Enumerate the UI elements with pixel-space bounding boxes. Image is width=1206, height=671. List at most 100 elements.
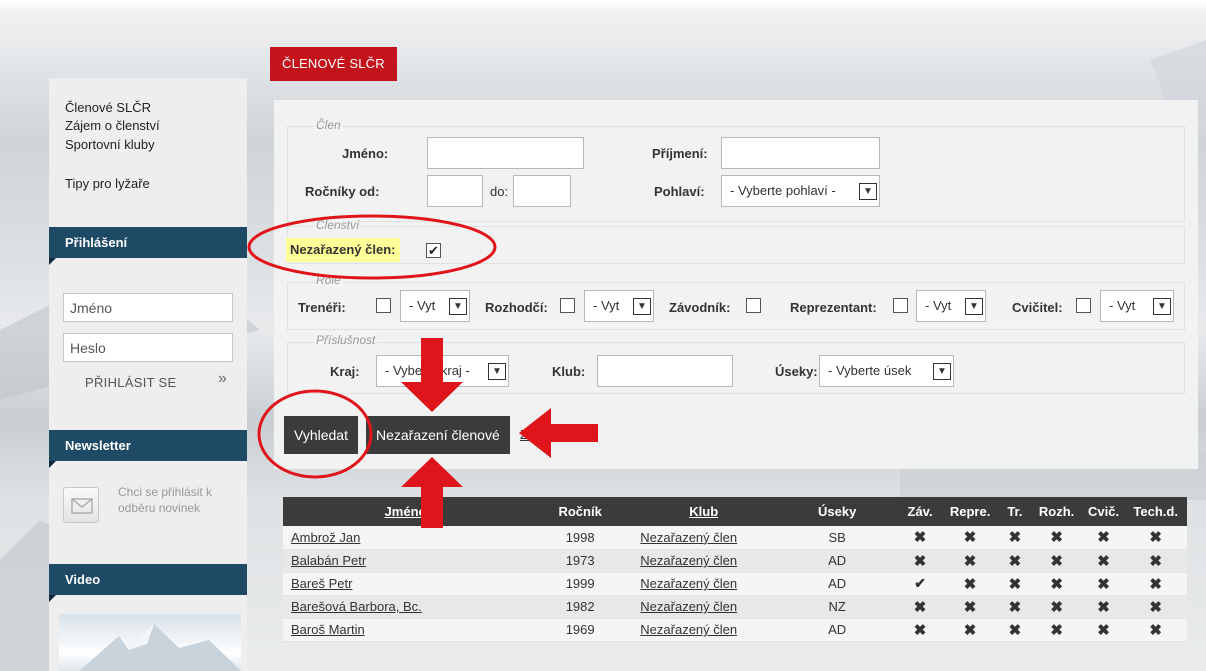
representative-select[interactable]: - Vyt ▼: [916, 290, 986, 322]
member-name-link[interactable]: Barešová Barbora, Bc.: [291, 599, 422, 614]
year-to-input[interactable]: [513, 175, 571, 207]
member-name-link[interactable]: Baroš Martin: [291, 622, 365, 637]
sidebar-item-members[interactable]: Členové SLČR: [65, 100, 151, 115]
member-club-link[interactable]: Nezařazený člen: [640, 553, 737, 568]
cross-icon: ✖: [1030, 572, 1083, 596]
cross-icon: ✖: [1124, 526, 1187, 550]
chevron-down-icon: ▼: [965, 298, 983, 315]
instructor-checkbox[interactable]: [1076, 298, 1091, 313]
coach-checkbox[interactable]: [376, 298, 391, 313]
login-button[interactable]: PŘIHLÁSIT SE »: [85, 370, 235, 392]
password-input[interactable]: [63, 333, 233, 362]
cross-icon: ✖: [899, 549, 941, 573]
cross-icon: ✖: [940, 549, 1000, 573]
sections-label: Úseky:: [775, 364, 818, 379]
username-input[interactable]: [63, 293, 233, 322]
referee-label: Rozhodčí:: [485, 300, 548, 315]
year-from-label: Ročníky od:: [305, 184, 380, 199]
member-section: NZ: [775, 595, 900, 619]
representative-checkbox[interactable]: [893, 298, 908, 313]
cross-icon: ✖: [940, 526, 1000, 550]
double-chevron-right-icon: »: [218, 370, 228, 387]
column-header-coach: Tr.: [999, 497, 1031, 526]
page-title: ČLENOVÉ SLČR: [270, 47, 397, 81]
unassigned-member-checkbox[interactable]: ✔: [426, 243, 441, 258]
column-header-racer: Záv.: [899, 497, 941, 526]
last-name-input[interactable]: [721, 137, 880, 169]
cross-icon: ✖: [999, 595, 1031, 619]
sidebar-item-tips[interactable]: Tipy pro lyžaře: [65, 176, 150, 191]
sections-select[interactable]: - Vyberte úsek ▼: [819, 355, 954, 387]
column-header-tech-delegate: Tech.d.: [1124, 497, 1187, 526]
table-row: Balabán Petr 1973 Nezařazený člen AD ✖ ✖…: [283, 549, 1187, 573]
sidebar-content: Zájem o členství Členové SLČR Sportovní …: [49, 78, 247, 671]
envelope-icon: [63, 487, 99, 523]
member-year: 1973: [528, 549, 633, 573]
cross-icon: ✖: [999, 618, 1031, 642]
cross-icon: ✖: [1082, 526, 1125, 550]
reset-filter-link[interactable]: Zrušit filtr: [520, 427, 573, 442]
racer-checkbox[interactable]: [746, 298, 761, 313]
column-header-club[interactable]: Klub: [632, 497, 776, 526]
member-name-link[interactable]: Ambrož Jan: [291, 530, 360, 545]
column-header-name[interactable]: Jméno: [283, 497, 529, 526]
member-club-link[interactable]: Nezařazený člen: [640, 530, 737, 545]
referee-checkbox[interactable]: [560, 298, 575, 313]
newsletter-signup[interactable]: Chci se přihlásit k odběru novinek: [63, 481, 243, 529]
column-header-representative: Repre.: [940, 497, 1000, 526]
chevron-down-icon: ▼: [488, 363, 506, 380]
referee-select[interactable]: - Vyt ▼: [584, 290, 654, 322]
cross-icon: ✖: [1030, 618, 1083, 642]
sidebar-item-membership-interest[interactable]: Zájem o členství: [65, 118, 160, 133]
check-icon: ✔: [899, 572, 941, 596]
instructor-select[interactable]: - Vyt ▼: [1100, 290, 1174, 322]
representative-select-value: - Vyt: [925, 298, 952, 313]
cross-icon: ✖: [999, 526, 1031, 550]
newsletter-heading: Newsletter: [49, 430, 247, 468]
newsletter-text: Chci se přihlásit k odběru novinek: [118, 485, 213, 515]
member-year: 1969: [528, 618, 633, 642]
member-club-link[interactable]: Nezařazený člen: [640, 599, 737, 614]
affiliation-legend: Příslušnost: [314, 333, 378, 347]
chevron-down-icon: ▼: [449, 298, 467, 315]
sidebar-item-clubs[interactable]: Sportovní kluby: [65, 137, 155, 152]
member-section: AD: [775, 549, 900, 573]
video-thumbnail[interactable]: [59, 614, 241, 671]
gender-select[interactable]: - Vyberte pohlaví - ▼: [721, 175, 880, 207]
cross-icon: ✖: [1082, 549, 1125, 573]
member-name-link[interactable]: Bareš Petr: [291, 576, 352, 591]
cross-icon: ✖: [940, 595, 1000, 619]
cross-icon: ✖: [899, 595, 941, 619]
table-row: Barešová Barbora, Bc. 1982 Nezařazený čl…: [283, 595, 1187, 619]
login-heading: Přihlášení: [49, 227, 247, 265]
cross-icon: ✖: [1124, 572, 1187, 596]
member-name-link[interactable]: Balabán Petr: [291, 553, 366, 568]
member-club-link[interactable]: Nezařazený člen: [640, 576, 737, 591]
column-header-referee: Rozh.: [1030, 497, 1083, 526]
instructor-label: Cvičitel:: [1012, 300, 1063, 315]
search-button[interactable]: Vyhledat: [284, 416, 358, 454]
cross-icon: ✖: [1124, 595, 1187, 619]
region-select[interactable]: - Vyberte kraj - ▼: [376, 355, 509, 387]
member-club-link[interactable]: Nezařazený člen: [640, 622, 737, 637]
coach-select[interactable]: - Vyt ▼: [400, 290, 470, 322]
member-legend: Člen: [314, 118, 343, 132]
chevron-down-icon: ▼: [933, 363, 951, 380]
year-to-label: do:: [490, 184, 509, 199]
cross-icon: ✖: [940, 572, 1000, 596]
first-name-input[interactable]: [427, 137, 584, 169]
club-input[interactable]: [597, 355, 733, 387]
cross-icon: ✖: [1082, 595, 1125, 619]
member-section: AD: [775, 618, 900, 642]
cross-icon: ✖: [1030, 595, 1083, 619]
unassigned-members-button[interactable]: Nezařazení členové: [366, 416, 510, 454]
member-section: AD: [775, 572, 900, 596]
member-year: 1999: [528, 572, 633, 596]
table-row: Baroš Martin 1969 Nezařazený člen AD ✖ ✖…: [283, 618, 1187, 642]
cross-icon: ✖: [899, 526, 941, 550]
chevron-down-icon: ▼: [859, 183, 877, 200]
referee-select-value: - Vyt: [593, 298, 620, 313]
year-from-input[interactable]: [427, 175, 483, 207]
cross-icon: ✖: [1030, 549, 1083, 573]
chevron-down-icon: ▼: [1153, 298, 1171, 315]
